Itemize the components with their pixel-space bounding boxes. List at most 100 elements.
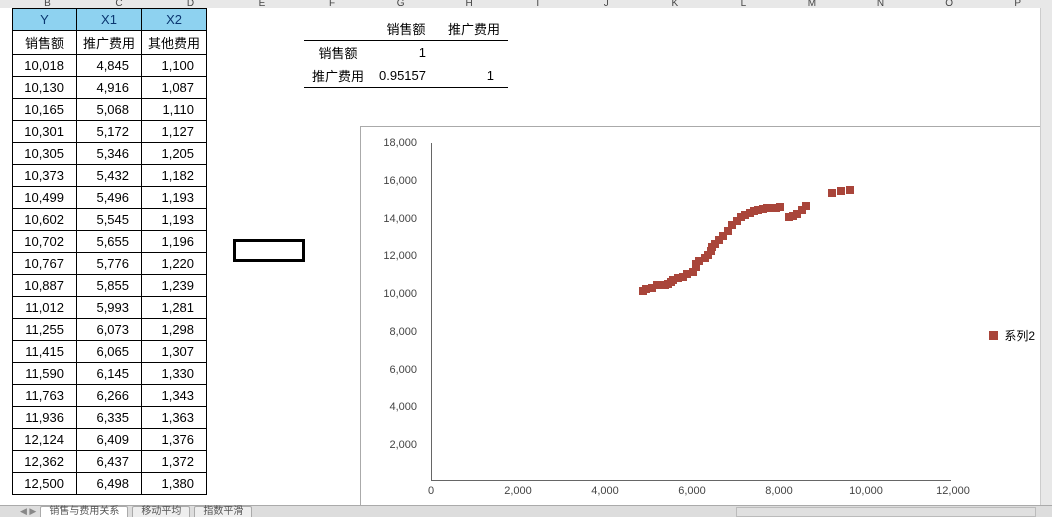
header-x2[interactable]: X2	[142, 9, 207, 31]
corr-col-promo[interactable]: 推广费用	[440, 17, 508, 41]
table-cell[interactable]: 5,993	[77, 297, 142, 319]
table-cell[interactable]: 5,776	[77, 253, 142, 275]
header-x1[interactable]: X1	[77, 9, 142, 31]
table-cell[interactable]: 1,372	[142, 451, 207, 473]
table-cell[interactable]: 1,376	[142, 429, 207, 451]
table-cell[interactable]: 12,500	[13, 473, 77, 495]
table-cell[interactable]: 10,887	[13, 275, 77, 297]
selected-cell[interactable]	[233, 239, 305, 262]
table-cell[interactable]: 1,182	[142, 165, 207, 187]
table-cell[interactable]: 6,145	[77, 363, 142, 385]
sheet-tab[interactable]: 移动平均	[132, 506, 190, 517]
table-cell[interactable]: 5,855	[77, 275, 142, 297]
table-cell[interactable]: 10,602	[13, 209, 77, 231]
table-cell[interactable]: 11,763	[13, 385, 77, 407]
col-header[interactable]: G	[366, 0, 435, 8]
scatter-chart[interactable]: 系列2 2,0004,0006,0008,00010,00012,00014,0…	[360, 126, 1050, 512]
table-cell[interactable]: 10,767	[13, 253, 77, 275]
table-cell[interactable]: 10,165	[13, 99, 77, 121]
chart-point[interactable]	[802, 202, 810, 210]
vertical-scrollbar[interactable]	[1040, 8, 1052, 505]
table-cell[interactable]: 6,065	[77, 341, 142, 363]
chart-point[interactable]	[828, 189, 836, 197]
corr-val[interactable]: 1	[440, 64, 508, 88]
table-cell[interactable]: 1,193	[142, 187, 207, 209]
table-cell[interactable]: 5,496	[77, 187, 142, 209]
tab-nav-icon[interactable]: ◀ ▶	[20, 506, 36, 517]
table-cell[interactable]: 1,087	[142, 77, 207, 99]
chart-point[interactable]	[837, 187, 845, 195]
table-cell[interactable]: 5,346	[77, 143, 142, 165]
chart-point[interactable]	[776, 203, 784, 211]
table-cell[interactable]: 10,305	[13, 143, 77, 165]
table-cell[interactable]: 6,437	[77, 451, 142, 473]
table-cell[interactable]: 4,916	[77, 77, 142, 99]
header-y[interactable]: Y	[13, 9, 77, 31]
col-header[interactable]: F	[298, 0, 367, 8]
sheet-tab[interactable]: 销售与费用关系	[40, 506, 128, 517]
corr-row-sales-label[interactable]: 销售额	[304, 41, 372, 65]
table-cell[interactable]: 12,362	[13, 451, 77, 473]
corr-col-sales[interactable]: 销售额	[372, 17, 440, 41]
table-cell[interactable]: 1,220	[142, 253, 207, 275]
table-cell[interactable]: 1,343	[142, 385, 207, 407]
corr-val[interactable]	[440, 41, 508, 65]
subheader-other[interactable]: 其他费用	[142, 31, 207, 55]
table-cell[interactable]: 6,073	[77, 319, 142, 341]
table-cell[interactable]: 5,432	[77, 165, 142, 187]
col-header[interactable]: B	[12, 0, 84, 8]
table-cell[interactable]: 11,255	[13, 319, 77, 341]
plot-area[interactable]	[431, 143, 951, 481]
table-cell[interactable]: 10,499	[13, 187, 77, 209]
table-cell[interactable]: 6,409	[77, 429, 142, 451]
table-cell[interactable]: 5,545	[77, 209, 142, 231]
table-cell[interactable]: 1,100	[142, 55, 207, 77]
table-cell[interactable]: 11,415	[13, 341, 77, 363]
chart-legend[interactable]: 系列2	[989, 327, 1035, 344]
sheet-tab[interactable]: 指数平滑	[194, 506, 252, 517]
col-header[interactable]: H	[435, 0, 504, 8]
col-header[interactable]: E	[226, 0, 298, 8]
table-cell[interactable]: 1,307	[142, 341, 207, 363]
table-cell[interactable]: 10,130	[13, 77, 77, 99]
table-cell[interactable]: 1,205	[142, 143, 207, 165]
table-cell[interactable]: 10,373	[13, 165, 77, 187]
table-cell[interactable]: 11,936	[13, 407, 77, 429]
col-header[interactable]: M	[778, 0, 847, 8]
table-cell[interactable]: 1,110	[142, 99, 207, 121]
horizontal-scrollbar[interactable]	[736, 507, 1036, 517]
col-header[interactable]: J	[572, 0, 641, 8]
corr-row-promo-label[interactable]: 推广费用	[304, 64, 372, 88]
subheader-promo[interactable]: 推广费用	[77, 31, 142, 55]
col-header[interactable]: N	[846, 0, 915, 8]
table-cell[interactable]: 1,298	[142, 319, 207, 341]
table-cell[interactable]: 1,281	[142, 297, 207, 319]
table-cell[interactable]: 10,018	[13, 55, 77, 77]
col-header[interactable]: L	[709, 0, 778, 8]
table-cell[interactable]: 1,380	[142, 473, 207, 495]
table-cell[interactable]: 6,266	[77, 385, 142, 407]
table-cell[interactable]: 5,655	[77, 231, 142, 253]
corr-val[interactable]: 0.95157	[372, 64, 440, 88]
col-header[interactable]: P	[983, 0, 1052, 8]
subheader-sales[interactable]: 销售额	[13, 31, 77, 55]
table-cell[interactable]: 5,172	[77, 121, 142, 143]
table-cell[interactable]: 1,363	[142, 407, 207, 429]
table-cell[interactable]: 10,702	[13, 231, 77, 253]
table-cell[interactable]: 1,193	[142, 209, 207, 231]
table-cell[interactable]: 10,301	[13, 121, 77, 143]
table-cell[interactable]: 11,012	[13, 297, 77, 319]
table-cell[interactable]: 1,239	[142, 275, 207, 297]
col-header[interactable]: O	[915, 0, 984, 8]
corr-val[interactable]: 1	[372, 41, 440, 65]
table-cell[interactable]: 1,127	[142, 121, 207, 143]
col-header[interactable]: C	[83, 0, 155, 8]
table-cell[interactable]: 1,330	[142, 363, 207, 385]
table-cell[interactable]: 1,196	[142, 231, 207, 253]
table-cell[interactable]: 12,124	[13, 429, 77, 451]
worksheet-area[interactable]: Y X1 X2 销售额 推广费用 其他费用 10,0184,8451,10010…	[12, 8, 1052, 505]
table-cell[interactable]: 5,068	[77, 99, 142, 121]
table-cell[interactable]: 11,590	[13, 363, 77, 385]
col-header[interactable]: D	[155, 0, 227, 8]
table-cell[interactable]: 6,498	[77, 473, 142, 495]
